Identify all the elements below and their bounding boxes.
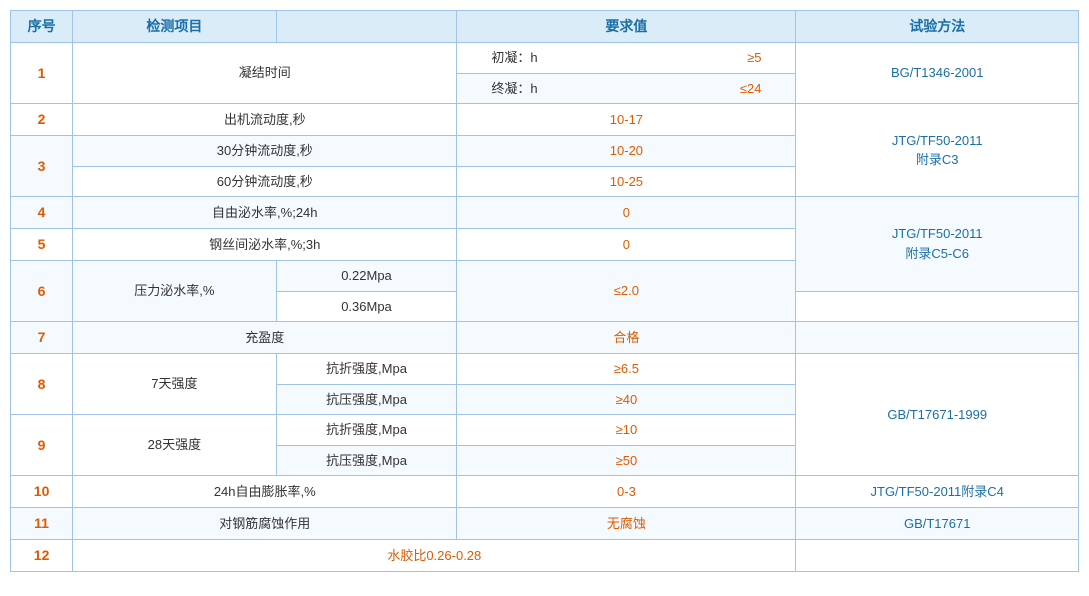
row-num-6: 6: [11, 261, 73, 322]
row-req-3b: 10-25: [457, 166, 796, 197]
row-req-2: 10-17: [457, 104, 796, 136]
row-num-9: 9: [11, 415, 73, 476]
table-row: 1 凝结时间 初凝：h ≥5 BG/T1346-2001: [11, 43, 1079, 74]
row-req-8b: ≥40: [457, 384, 796, 415]
row-method-12: [796, 540, 1079, 572]
row-method-4: JTG/TF50-2011附录C5-C6: [796, 197, 1079, 292]
row-req-11: 无腐蚀: [457, 508, 796, 540]
row-req-7: 合格: [457, 322, 796, 354]
row-num-12: 12: [11, 540, 73, 572]
row-req-10: 0-3: [457, 476, 796, 508]
row-num-2: 2: [11, 104, 73, 136]
row-subitem-8a: 抗折强度,Mpa: [276, 354, 457, 385]
row-item-1: 凝结时间: [73, 43, 457, 104]
row-subitem-6a: 0.22Mpa: [276, 261, 457, 292]
row-item-7: 充盈度: [73, 322, 457, 354]
row-num-5: 5: [11, 229, 73, 261]
row-item-6: 压力泌水率,%: [73, 261, 276, 322]
row-num-1: 1: [11, 43, 73, 104]
table-row: 2 出机流动度,秒 10-17 JTG/TF50-2011附录C3: [11, 104, 1079, 136]
row-subitem-8b: 抗压强度,Mpa: [276, 384, 457, 415]
row-subitem-9a: 抗折强度,Mpa: [276, 415, 457, 446]
row-method-7: [796, 322, 1079, 354]
row-method-2: JTG/TF50-2011附录C3: [796, 104, 1079, 197]
row-req-1a: 初凝：h ≥5: [457, 43, 796, 74]
header-sub-item: [276, 11, 457, 43]
row-req-3a: 10-20: [457, 136, 796, 167]
table-row: 4 自由泌水率,%;24h 0 JTG/TF50-2011附录C5-C6: [11, 197, 1079, 229]
row-subitem-9b: 抗压强度,Mpa: [276, 445, 457, 476]
data-table: 序号 检测项目 要求值 试验方法 1 凝结时间 初凝：h ≥5 BG/T1346…: [10, 10, 1079, 572]
row-item-5: 钢丝间泌水率,%;3h: [73, 229, 457, 261]
row-method-8: GB/T17671-1999: [796, 354, 1079, 476]
row-req-8a: ≥6.5: [457, 354, 796, 385]
row-req-9b: ≥50: [457, 445, 796, 476]
row-item-3a: 30分钟流动度,秒: [73, 136, 457, 167]
row-item-4: 自由泌水率,%;24h: [73, 197, 457, 229]
row-item-2: 出机流动度,秒: [73, 104, 457, 136]
row-num-8: 8: [11, 354, 73, 415]
row-method-1: BG/T1346-2001: [796, 43, 1079, 104]
row-item-10: 24h自由膨胀率,%: [73, 476, 457, 508]
header-item: 检测项目: [73, 11, 276, 43]
row-num-7: 7: [11, 322, 73, 354]
row-num-10: 10: [11, 476, 73, 508]
main-table-wrapper: 序号 检测项目 要求值 试验方法 1 凝结时间 初凝：h ≥5 BG/T1346…: [10, 10, 1079, 572]
row-method-10: JTG/TF50-2011附录C4: [796, 476, 1079, 508]
row-num-11: 11: [11, 508, 73, 540]
row-num-3: 3: [11, 136, 73, 197]
table-row: 12 水胶比0.26-0.28: [11, 540, 1079, 572]
row-method-11: GB/T17671: [796, 508, 1079, 540]
table-row: 11 对钢筋腐蚀作用 无腐蚀 GB/T17671: [11, 508, 1079, 540]
table-row: 7 充盈度 合格: [11, 322, 1079, 354]
row-req-1b: 终凝：h ≤24: [457, 73, 796, 104]
table-row: 8 7天强度 抗折强度,Mpa ≥6.5 GB/T17671-1999: [11, 354, 1079, 385]
header-seq: 序号: [11, 11, 73, 43]
row-item-8: 7天强度: [73, 354, 276, 415]
row-item-3b: 60分钟流动度,秒: [73, 166, 457, 197]
table-row: 10 24h自由膨胀率,% 0-3 JTG/TF50-2011附录C4: [11, 476, 1079, 508]
row-item-11: 对钢筋腐蚀作用: [73, 508, 457, 540]
header-req: 要求值: [457, 11, 796, 43]
row-item-9: 28天强度: [73, 415, 276, 476]
row-req-9a: ≥10: [457, 415, 796, 446]
row-req-6: ≤2.0: [457, 261, 796, 322]
row-req-5: 0: [457, 229, 796, 261]
row-num-4: 4: [11, 197, 73, 229]
row-subitem-6b: 0.36Mpa: [276, 291, 457, 322]
row-req-4: 0: [457, 197, 796, 229]
header-method: 试验方法: [796, 11, 1079, 43]
row-req-12: 水胶比0.26-0.28: [73, 540, 796, 572]
